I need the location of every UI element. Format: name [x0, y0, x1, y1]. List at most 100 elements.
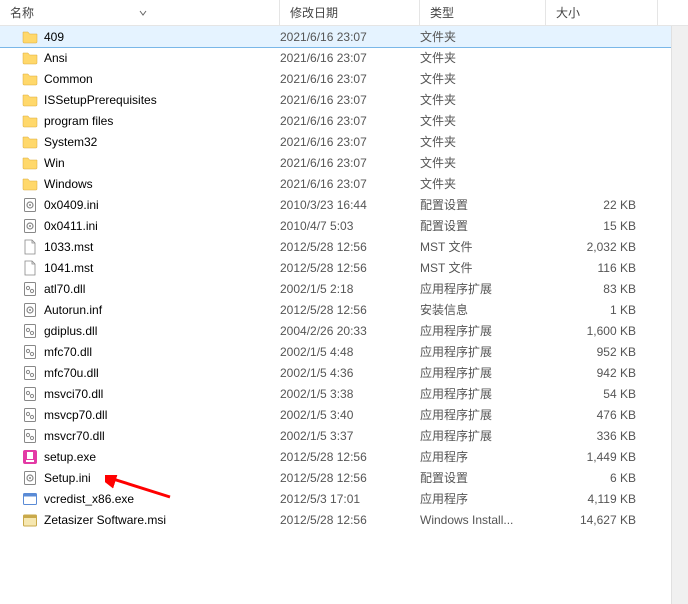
file-row[interactable]: 4092021/6/16 23:07文件夹	[0, 26, 688, 47]
file-name-cell: System32	[22, 134, 280, 150]
file-row[interactable]: Zetasizer Software.msi2012/5/28 12:56Win…	[0, 509, 688, 530]
dll-icon	[22, 281, 38, 297]
file-name-label: Zetasizer Software.msi	[44, 513, 166, 527]
file-name-label: System32	[44, 135, 97, 149]
file-name-cell: ISSetupPrerequisites	[22, 92, 280, 108]
ini-icon	[22, 302, 38, 318]
file-row[interactable]: ISSetupPrerequisites2021/6/16 23:07文件夹	[0, 89, 688, 110]
file-name-label: mfc70u.dll	[44, 366, 99, 380]
file-name-label: vcredist_x86.exe	[44, 492, 134, 506]
file-row[interactable]: setup.exe2012/5/28 12:56应用程序1,449 KB	[0, 446, 688, 467]
file-type-cell: 应用程序	[420, 448, 546, 465]
file-row[interactable]: Setup.ini2012/5/28 12:56配置设置6 KB	[0, 467, 688, 488]
file-size-cell: 15 KB	[546, 219, 646, 233]
dll-icon	[22, 365, 38, 381]
file-type-cell: 配置设置	[420, 196, 546, 213]
column-header: 名称 修改日期 类型 大小	[0, 0, 688, 26]
folder-icon	[22, 92, 38, 108]
file-name-label: ISSetupPrerequisites	[44, 93, 157, 107]
file-date-cell: 2021/6/16 23:07	[280, 135, 420, 149]
file-name-cell: msvci70.dll	[22, 386, 280, 402]
file-name-cell: 0x0409.ini	[22, 197, 280, 213]
file-row[interactable]: System32 2021/6/16 23:07文件夹	[0, 131, 688, 152]
vertical-scrollbar[interactable]	[671, 26, 688, 604]
file-row[interactable]: Windows2021/6/16 23:07文件夹	[0, 173, 688, 194]
file-row[interactable]: mfc70.dll2002/1/5 4:48应用程序扩展952 KB	[0, 341, 688, 362]
file-date-cell: 2021/6/16 23:07	[280, 156, 420, 170]
file-date-cell: 2021/6/16 23:07	[280, 30, 420, 44]
file-type-cell: 应用程序	[420, 490, 546, 507]
file-name-label: msvcp70.dll	[44, 408, 107, 422]
header-date-label: 修改日期	[290, 4, 338, 21]
file-row[interactable]: msvcr70.dll2002/1/5 3:37应用程序扩展336 KB	[0, 425, 688, 446]
file-name-label: msvci70.dll	[44, 387, 103, 401]
dll-icon	[22, 386, 38, 402]
folder-icon	[22, 29, 38, 45]
file-type-cell: 文件夹	[420, 91, 546, 108]
file-row[interactable]: mfc70u.dll2002/1/5 4:36应用程序扩展942 KB	[0, 362, 688, 383]
file-size-cell: 6 KB	[546, 471, 646, 485]
file-row[interactable]: 0x0409.ini2010/3/23 16:44配置设置22 KB	[0, 194, 688, 215]
file-name-cell: Autorun.inf	[22, 302, 280, 318]
file-size-cell: 476 KB	[546, 408, 646, 422]
file-list: 4092021/6/16 23:07文件夹 Ansi 2021/6/16 23:07…	[0, 26, 688, 530]
file-date-cell: 2012/5/28 12:56	[280, 471, 420, 485]
file-size-cell: 54 KB	[546, 387, 646, 401]
file-date-cell: 2012/5/28 12:56	[280, 450, 420, 464]
msi-icon	[22, 512, 38, 528]
file-type-cell: 应用程序扩展	[420, 427, 546, 444]
file-row[interactable]: gdiplus.dll2004/2/26 20:33应用程序扩展1,600 KB	[0, 320, 688, 341]
file-row[interactable]: msvci70.dll2002/1/5 3:38应用程序扩展54 KB	[0, 383, 688, 404]
file-type-cell: 应用程序扩展	[420, 343, 546, 360]
file-size-cell: 952 KB	[546, 345, 646, 359]
file-name-cell: setup.exe	[22, 449, 280, 465]
file-type-cell: 配置设置	[420, 217, 546, 234]
file-date-cell: 2012/5/28 12:56	[280, 240, 420, 254]
file-row[interactable]: 0x0411.ini2010/4/7 5:03配置设置15 KB	[0, 215, 688, 236]
file-date-cell: 2012/5/28 12:56	[280, 513, 420, 527]
file-row[interactable]: Autorun.inf2012/5/28 12:56安装信息1 KB	[0, 299, 688, 320]
file-type-cell: 文件夹	[420, 28, 546, 45]
file-name-cell: msvcp70.dll	[22, 407, 280, 423]
file-name-cell: Common	[22, 71, 280, 87]
file-row[interactable]: atl70.dll2002/1/5 2:18应用程序扩展83 KB	[0, 278, 688, 299]
file-name-label: Common	[44, 72, 93, 86]
file-row[interactable]: Ansi2021/6/16 23:07文件夹	[0, 47, 688, 68]
file-icon	[22, 260, 38, 276]
file-name-cell: mfc70u.dll	[22, 365, 280, 381]
header-type-label: 类型	[430, 4, 454, 21]
file-row[interactable]: Common2021/6/16 23:07文件夹	[0, 68, 688, 89]
file-size-cell: 1,600 KB	[546, 324, 646, 338]
file-name-cell: atl70.dll	[22, 281, 280, 297]
file-type-cell: 文件夹	[420, 133, 546, 150]
file-date-cell: 2002/1/5 4:36	[280, 366, 420, 380]
file-row[interactable]: 1033.mst2012/5/28 12:56MST 文件2,032 KB	[0, 236, 688, 257]
file-size-cell: 83 KB	[546, 282, 646, 296]
file-type-cell: 应用程序扩展	[420, 322, 546, 339]
file-row[interactable]: program files2021/6/16 23:07文件夹	[0, 110, 688, 131]
file-row[interactable]: vcredist_x86.exe2012/5/3 17:01应用程序4,119 …	[0, 488, 688, 509]
file-date-cell: 2012/5/28 12:56	[280, 261, 420, 275]
header-name[interactable]: 名称	[0, 0, 280, 25]
file-row[interactable]: msvcp70.dll2002/1/5 3:40应用程序扩展476 KB	[0, 404, 688, 425]
chevron-down-icon[interactable]	[139, 9, 147, 17]
file-row[interactable]: Win2021/6/16 23:07文件夹	[0, 152, 688, 173]
header-size[interactable]: 大小	[546, 0, 658, 25]
file-name-label: Ansi	[44, 51, 67, 65]
file-name-cell: mfc70.dll	[22, 344, 280, 360]
file-icon	[22, 239, 38, 255]
file-row[interactable]: 1041.mst2012/5/28 12:56MST 文件116 KB	[0, 257, 688, 278]
header-type[interactable]: 类型	[420, 0, 546, 25]
folder-icon	[22, 113, 38, 129]
folder-icon	[22, 176, 38, 192]
folder-icon	[22, 155, 38, 171]
file-type-cell: 文件夹	[420, 154, 546, 171]
file-type-cell: 配置设置	[420, 469, 546, 486]
file-date-cell: 2021/6/16 23:07	[280, 51, 420, 65]
dll-icon	[22, 344, 38, 360]
header-date[interactable]: 修改日期	[280, 0, 420, 25]
file-name-label: Autorun.inf	[44, 303, 102, 317]
file-name-cell: program files	[22, 113, 280, 129]
file-name-cell: 1041.mst	[22, 260, 280, 276]
dll-icon	[22, 407, 38, 423]
